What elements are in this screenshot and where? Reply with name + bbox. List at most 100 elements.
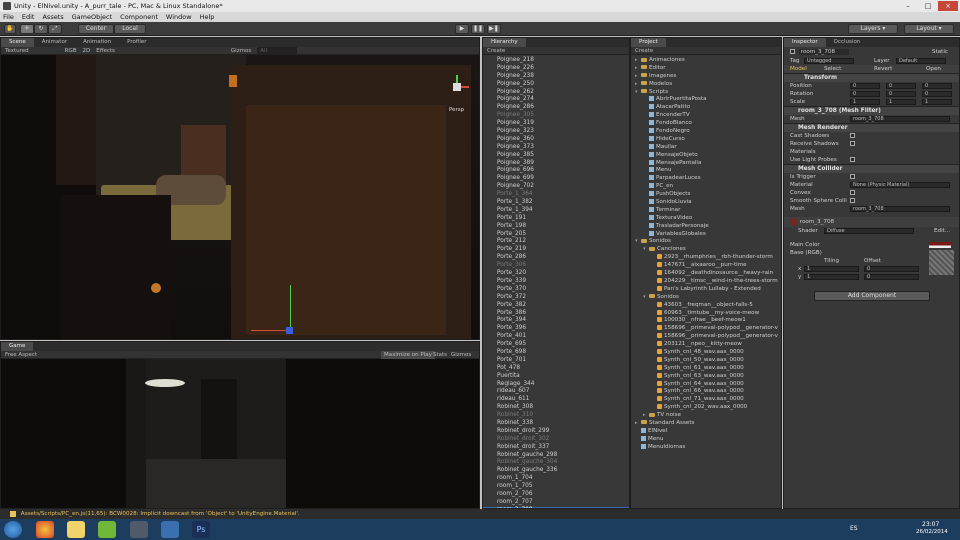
- project-item[interactable]: ▸ Editor: [635, 65, 781, 73]
- transform-z-field[interactable]: 0: [922, 91, 952, 97]
- project-item[interactable]: Menu: [635, 435, 781, 444]
- mesh-renderer-header[interactable]: Mesh Renderer: [784, 123, 959, 132]
- project-item[interactable]: AtacarPatito: [635, 104, 781, 112]
- utorrent-icon[interactable]: [98, 521, 116, 538]
- project-item[interactable]: 204229__timsc__wind-in-the-trees-storm: [635, 277, 781, 286]
- hierarchy-item[interactable]: Robinet_droit_302: [497, 436, 629, 444]
- hierarchy-item[interactable]: Reglage_344: [497, 381, 629, 389]
- hierarchy-item[interactable]: Porte_695: [497, 341, 629, 349]
- project-item[interactable]: ▾ Sonidos: [635, 238, 781, 246]
- scene-orientation-gizmo[interactable]: [441, 73, 471, 103]
- hierarchy-item[interactable]: Porte_1_382: [497, 199, 629, 207]
- project-item[interactable]: 158696__primeval-polypod__generator-v: [635, 333, 781, 341]
- hierarchy-item[interactable]: Pot_478: [497, 365, 629, 373]
- hierarchy-item[interactable]: Robinet_gauche_304: [497, 459, 629, 467]
- menu-window[interactable]: Window: [166, 12, 192, 22]
- hierarchy-item[interactable]: Poignee_702: [497, 183, 629, 191]
- tab-animator[interactable]: Animator: [34, 38, 75, 47]
- move-handle[interactable]: [286, 327, 293, 334]
- mesh-collider-header[interactable]: Mesh Collider: [784, 164, 959, 173]
- project-item[interactable]: Synth_cnl_48_wav.aax_0000: [635, 348, 781, 357]
- clock-date[interactable]: 26/02/2014: [916, 529, 948, 535]
- model-open-button[interactable]: Open: [926, 65, 941, 73]
- collider-mesh-field[interactable]: room_3_708: [850, 206, 950, 212]
- hierarchy-create-button[interactable]: Create: [487, 47, 505, 54]
- hierarchy-item[interactable]: Porte_1_394: [497, 207, 629, 215]
- maximize-button[interactable]: □: [918, 1, 938, 11]
- tab-scene[interactable]: Scene: [1, 38, 34, 47]
- project-item[interactable]: Maullar: [635, 143, 781, 152]
- rotate-tool-button[interactable]: ↻: [34, 24, 48, 34]
- layer-dropdown[interactable]: Default: [896, 58, 946, 64]
- layout-dropdown[interactable]: Layout ▾: [904, 24, 954, 34]
- move-tool-button[interactable]: ✛: [20, 24, 34, 34]
- hierarchy-item[interactable]: Poignee_360: [497, 136, 629, 144]
- x-axis-gizmo[interactable]: [251, 330, 291, 331]
- project-item[interactable]: 164092__deathdinosaurce__heavy-rain: [635, 270, 781, 278]
- transform-header[interactable]: Transform: [784, 73, 959, 82]
- hierarchy-item[interactable]: Poignee_274: [497, 96, 629, 104]
- project-item[interactable]: 100030__nfrae__beef-meow1: [635, 317, 781, 325]
- file-explorer-icon[interactable]: [67, 521, 85, 538]
- add-component-button[interactable]: Add Component: [814, 291, 930, 301]
- project-item[interactable]: PushObjects: [635, 191, 781, 199]
- object-name-field[interactable]: room_3_708: [798, 49, 850, 55]
- hierarchy-item[interactable]: Porte_339: [497, 278, 629, 286]
- hierarchy-item[interactable]: Porte_286: [497, 254, 629, 262]
- project-item[interactable]: Synth_cnl_63_wav.aax_0000: [635, 372, 781, 381]
- project-item[interactable]: Terminar: [635, 206, 781, 215]
- hierarchy-item[interactable]: Porte_191: [497, 215, 629, 223]
- project-item[interactable]: TrasladarPersonaje: [635, 222, 781, 231]
- pivot-center-button[interactable]: Center: [78, 24, 114, 34]
- project-item[interactable]: TexturaVideo: [635, 214, 781, 223]
- hierarchy-item[interactable]: Poignee_373: [497, 144, 629, 152]
- hierarchy-item[interactable]: rideau_607: [497, 388, 629, 396]
- scene-search-input[interactable]: All: [257, 47, 298, 54]
- step-button[interactable]: ▶❚: [487, 24, 501, 34]
- y-axis-gizmo[interactable]: [290, 285, 291, 330]
- mode-2d-button[interactable]: 2D: [82, 47, 90, 54]
- clock-time[interactable]: 23:07: [922, 521, 939, 528]
- project-item[interactable]: FondoNegro: [635, 128, 781, 136]
- is-trigger-checkbox[interactable]: [850, 174, 855, 179]
- language-indicator[interactable]: ES: [850, 525, 858, 532]
- hierarchy-item[interactable]: room_2_706: [497, 491, 629, 499]
- project-item[interactable]: Synth_cnl_50_wav.aax_0000: [635, 356, 781, 365]
- photoshop-icon[interactable]: Ps: [192, 521, 210, 538]
- hierarchy-item[interactable]: room_2_707: [497, 499, 629, 507]
- project-item[interactable]: HideCurso: [635, 135, 781, 144]
- hierarchy-item[interactable]: Poignee_696: [497, 167, 629, 175]
- hierarchy-item[interactable]: Robinet_310: [497, 412, 629, 420]
- hierarchy-item[interactable]: Poignee_699: [497, 175, 629, 183]
- tab-game[interactable]: Game: [1, 342, 34, 351]
- project-item[interactable]: ParpadearLuces: [635, 175, 781, 183]
- hierarchy-item[interactable]: Porte_198: [497, 223, 629, 231]
- hierarchy-item[interactable]: Porte_306: [497, 262, 629, 270]
- project-item[interactable]: Synth_cnl_71_wav.aax_0000: [635, 396, 781, 404]
- transform-y-field[interactable]: 1: [886, 99, 916, 105]
- menu-help[interactable]: Help: [200, 12, 215, 22]
- hierarchy-item[interactable]: Poignee_250: [497, 81, 629, 89]
- hierarchy-item[interactable]: Robinet_gauche_298: [497, 452, 629, 460]
- render-mode-dropdown[interactable]: Textured: [5, 47, 29, 54]
- hierarchy-item[interactable]: Poignee_286: [497, 104, 629, 112]
- menu-component[interactable]: Component: [120, 12, 158, 22]
- tab-project[interactable]: Project: [631, 38, 666, 47]
- hierarchy-item[interactable]: Poignee_305: [497, 112, 629, 120]
- hand-tool-button[interactable]: ✋: [4, 24, 16, 34]
- hierarchy-item[interactable]: rideau_611: [497, 396, 629, 404]
- hierarchy-item[interactable]: Porte_396: [497, 325, 629, 333]
- hierarchy-item[interactable]: room_1_704: [497, 475, 629, 483]
- hierarchy-item[interactable]: Porte_382: [497, 302, 629, 310]
- color-mode-dropdown[interactable]: RGB: [65, 47, 77, 54]
- tab-occlusion[interactable]: Occlusion: [826, 38, 869, 47]
- tab-hierarchy[interactable]: Hierarchy: [483, 38, 526, 47]
- shader-dropdown[interactable]: Diffuse: [824, 228, 914, 234]
- project-item[interactable]: 203121__npeo__kitty-meow: [635, 341, 781, 349]
- transform-x-field[interactable]: 0: [850, 83, 880, 89]
- main-color-swatch[interactable]: [929, 242, 951, 248]
- project-item[interactable]: Synth_cnl_61_wav.aax_0000: [635, 364, 781, 373]
- console-status-bar[interactable]: Assets/Scripts/PC_en.js(11,65): BCW0028:…: [0, 509, 960, 519]
- project-item[interactable]: ▸ Imagenes: [635, 73, 781, 81]
- model-revert-button[interactable]: Revert: [874, 65, 892, 73]
